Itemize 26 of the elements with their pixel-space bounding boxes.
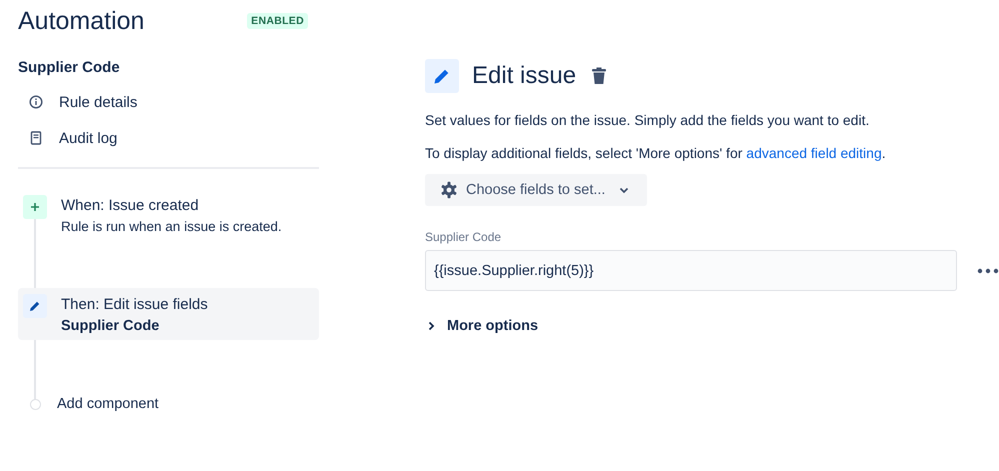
advanced-field-editing-link[interactable]: advanced field editing xyxy=(746,145,882,161)
add-component-link[interactable]: Add component xyxy=(57,396,159,412)
pencil-icon xyxy=(29,300,41,312)
description-text: Set values for fields on the issue. Simply add the fields you want to edit. xyxy=(425,112,870,128)
hint-text: To display additional fields, select 'More options' for advanced field editing. xyxy=(425,145,887,161)
document-icon xyxy=(29,131,43,145)
more-icon[interactable] xyxy=(977,268,999,274)
nav-link[interactable]: Rule details xyxy=(59,94,138,110)
info-icon xyxy=(29,95,43,109)
nav-link[interactable]: Audit log xyxy=(59,130,118,146)
pencil-icon xyxy=(425,59,459,93)
settings-icon xyxy=(440,181,458,199)
rule-component[interactable]: Then: Edit issue fields Supplier Code xyxy=(18,288,319,340)
page-title: Automation xyxy=(18,6,144,37)
plus-icon xyxy=(30,202,40,212)
field-label: Supplier Code xyxy=(425,230,502,244)
more-options-toggle[interactable]: More options xyxy=(425,318,999,334)
chevron-icon xyxy=(428,321,435,331)
panel-title: Edit issue xyxy=(472,62,576,90)
rule-component[interactable]: When: Issue created Rule is run when an issue is created. xyxy=(18,189,319,240)
choose-fields-button[interactable]: Choose fields to set... xyxy=(425,174,648,206)
rule-name: Supplier Code xyxy=(18,59,121,76)
status-badge: ENABLED xyxy=(247,13,308,29)
supplier-code-field[interactable]: {{issue.Supplier.right(5)}} xyxy=(425,250,957,291)
chevron-down-icon xyxy=(619,186,630,194)
trash-icon[interactable] xyxy=(591,67,608,85)
